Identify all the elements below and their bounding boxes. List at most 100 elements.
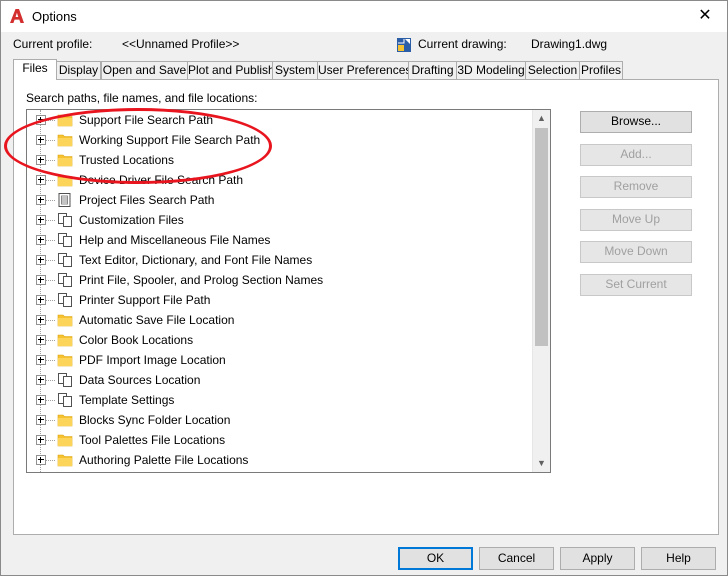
tree-item-label: Support File Search Path (79, 113, 214, 127)
scroll-up-icon[interactable]: ▲ (533, 110, 550, 127)
tree-item-label: Authoring Palette File Locations (79, 453, 249, 467)
expand-icon[interactable] (36, 175, 46, 185)
tree-item-label: Color Book Locations (79, 333, 194, 347)
expand-icon[interactable] (36, 375, 46, 385)
tree-item-template-settings[interactable]: Template Settings (27, 390, 547, 410)
expand-icon[interactable] (36, 115, 46, 125)
tab-plot-and-publish[interactable]: Plot and Publish (187, 61, 275, 79)
expand-icon[interactable] (36, 235, 46, 245)
expand-icon[interactable] (36, 395, 46, 405)
expand-icon[interactable] (36, 415, 46, 425)
expand-icon[interactable] (36, 335, 46, 345)
expand-icon[interactable] (36, 435, 46, 445)
tree-item-data-sources-location[interactable]: Data Sources Location (27, 370, 547, 390)
tree-item-label: PDF Import Image Location (79, 353, 226, 367)
drawing-icon (397, 38, 411, 52)
move-up-button[interactable]: Move Up (580, 209, 692, 231)
tree-item-label: Text Editor, Dictionary, and Font File N… (79, 253, 313, 267)
ok-button[interactable]: OK (398, 547, 473, 570)
tree-item-help-and-misc-file-names[interactable]: Help and Miscellaneous File Names (27, 230, 547, 250)
apply-button[interactable]: Apply (560, 547, 635, 570)
scroll-thumb[interactable] (535, 128, 548, 346)
tree-item-color-book-locations[interactable]: Color Book Locations (27, 330, 547, 350)
folder-icon (57, 434, 73, 447)
tree-item-working-support-file-search-path[interactable]: Working Support File Search Path (27, 130, 547, 150)
cancel-button[interactable]: Cancel (479, 547, 554, 570)
tab-files[interactable]: Files (13, 59, 57, 80)
files-tab-panel: Search paths, file names, and file locat… (13, 79, 719, 535)
project-icon (58, 193, 71, 207)
tab-display[interactable]: Display (56, 61, 101, 79)
folder-icon (57, 174, 73, 187)
browse-button[interactable]: Browse... (580, 111, 692, 133)
expand-icon[interactable] (36, 275, 46, 285)
vertical-scrollbar[interactable]: ▲ ▼ (532, 110, 550, 472)
set-current-button[interactable]: Set Current (580, 274, 692, 296)
tree-item-device-driver-file-search-path[interactable]: Device Driver File Search Path (27, 170, 547, 190)
tab-drafting[interactable]: Drafting (408, 61, 457, 79)
help-button[interactable]: Help (641, 547, 716, 570)
tree-item-label: Data Sources Location (79, 373, 201, 387)
folder-icon (57, 454, 73, 467)
current-profile-label: Current profile: (13, 37, 93, 51)
folder-icon (57, 354, 73, 367)
tree-item-blocks-sync-folder-location[interactable]: Blocks Sync Folder Location (27, 410, 547, 430)
tree-item-project-files-search-path[interactable]: Project Files Search Path (27, 190, 547, 210)
remove-button[interactable]: Remove (580, 176, 692, 198)
tree-item-printer-support-file-path[interactable]: Printer Support File Path (27, 290, 547, 310)
tab-open-and-save[interactable]: Open and Save (101, 61, 188, 79)
folder-icon (57, 414, 73, 427)
tree-item-label: Template Settings (79, 393, 175, 407)
tree-item-label: Customization Files (79, 213, 184, 227)
expand-icon[interactable] (36, 195, 46, 205)
files-icon (58, 213, 72, 227)
folder-icon (57, 114, 73, 127)
tree-item-pdf-import-image-location[interactable]: PDF Import Image Location (27, 350, 547, 370)
options-dialog: Options ✕ Current profile: <<Unnamed Pro… (0, 0, 728, 576)
tree-item-label: Help and Miscellaneous File Names (79, 233, 271, 247)
tree-item-label: Printer Support File Path (79, 293, 211, 307)
folder-icon (57, 154, 73, 167)
close-button[interactable]: ✕ (683, 1, 727, 32)
tab-selection[interactable]: Selection (525, 61, 580, 79)
profile-info: Current profile: <<Unnamed Profile>> Cur… (1, 37, 727, 55)
tree-item-text-editor-dictionary-font[interactable]: Text Editor, Dictionary, and Font File N… (27, 250, 547, 270)
files-icon (58, 293, 72, 307)
current-drawing-value: Drawing1.dwg (531, 37, 608, 51)
tree-item-trusted-locations[interactable]: Trusted Locations (27, 150, 547, 170)
tree-item-tool-palettes-file-locations[interactable]: Tool Palettes File Locations (27, 430, 547, 450)
files-icon (58, 373, 72, 387)
add-button[interactable]: Add... (580, 144, 692, 166)
expand-icon[interactable] (36, 315, 46, 325)
files-icon (58, 253, 72, 267)
title-bar: Options ✕ (1, 1, 727, 32)
expand-icon[interactable] (36, 135, 46, 145)
tree-item-label: Working Support File Search Path (79, 133, 261, 147)
tree-item-label: Tool Palettes File Locations (79, 433, 226, 447)
scroll-down-icon[interactable]: ▼ (533, 455, 550, 472)
folder-icon (57, 134, 73, 147)
expand-icon[interactable] (36, 155, 46, 165)
tree-item-label: Print File, Spooler, and Prolog Section … (79, 273, 324, 287)
expand-icon[interactable] (36, 355, 46, 365)
tree-item-authoring-palette-file-locations[interactable]: Authoring Palette File Locations (27, 450, 547, 470)
expand-icon[interactable] (36, 295, 46, 305)
tab-profiles[interactable]: Profiles (579, 61, 623, 79)
move-down-button[interactable]: Move Down (580, 241, 692, 263)
expand-icon[interactable] (36, 255, 46, 265)
current-profile-value: <<Unnamed Profile>> (122, 37, 240, 51)
files-icon (58, 273, 72, 287)
expand-icon[interactable] (36, 455, 46, 465)
tab-user-preferences[interactable]: User Preferences (317, 61, 411, 79)
tree-item-print-file-spooler-prolog[interactable]: Print File, Spooler, and Prolog Section … (27, 270, 547, 290)
tree-item-label: Trusted Locations (79, 153, 174, 167)
tree-item-support-file-search-path[interactable]: Support File Search Path (27, 110, 547, 130)
tree-item-label: Automatic Save File Location (79, 313, 235, 327)
expand-icon[interactable] (36, 215, 46, 225)
tree-item-customization-files[interactable]: Customization Files (27, 210, 547, 230)
tree-item-label: Blocks Sync Folder Location (79, 413, 231, 427)
file-locations-tree[interactable]: Support File Search Path Working Support… (26, 109, 551, 473)
tab-system[interactable]: System (272, 61, 318, 79)
tree-item-automatic-save-file-location[interactable]: Automatic Save File Location (27, 310, 547, 330)
tab-3d-modeling[interactable]: 3D Modeling (456, 61, 526, 79)
